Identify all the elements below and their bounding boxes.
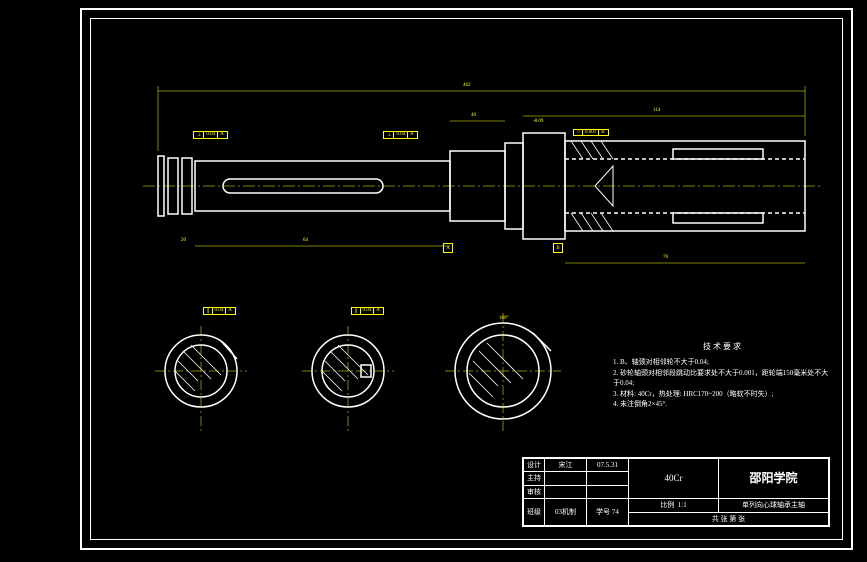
outer-border: 462 114 40 64 76 -8.09 100° 20 ⊥ 0.04 A … — [80, 8, 853, 550]
tech-req-item: 4. 未注倒角2×45°. — [613, 399, 833, 410]
gdt-datum: A — [226, 308, 234, 314]
school: 邵阳学院 — [719, 459, 829, 499]
gdt-frame-1: ⊥ 0.04 A — [193, 131, 228, 139]
tech-req-item: 1. B、轴颈对相邻轮不大于0.04; — [613, 357, 833, 368]
gdt-symbol: ⊥ — [195, 132, 204, 138]
dim-shoulder: -8.09 — [533, 119, 543, 124]
sn-value: 74 — [612, 508, 619, 516]
designer-label: 设计 — [524, 459, 545, 472]
inner-border: 462 114 40 64 76 -8.09 100° 20 ⊥ 0.04 A … — [90, 18, 843, 540]
gdt-tol: 0.001 — [583, 130, 599, 135]
tech-req-item: 2. 砂轮轴颈对相邻段跳动比要求处不大于0.001，距轮端150毫米处不大于0.… — [613, 368, 833, 389]
shaft-drawing — [103, 31, 843, 531]
sn-label: 学号 — [596, 508, 610, 516]
title-block-table: 设计 宋江 07.5.31 40Cr 邵阳学院 主持 审核 — [523, 458, 829, 526]
gdt-tol: 0.04 — [204, 132, 218, 138]
dim-overall: 462 — [463, 83, 471, 88]
gdt-tol: 0.04 — [361, 308, 375, 314]
title-block: 设计 宋江 07.5.31 40Cr 邵阳学院 主持 审核 — [522, 457, 830, 527]
class-label: 班级 — [524, 499, 545, 526]
gdt-symbol: ⊥ — [385, 132, 394, 138]
tech-req-heading: 技术要求 — [613, 341, 833, 353]
gdt-datum: A — [374, 308, 382, 314]
gdt-symbol: ∥ — [205, 308, 213, 314]
review-label: 审核 — [524, 485, 545, 498]
gdt-frame-5: ∥ 0.04 A — [351, 307, 384, 315]
gdt-frame-4: ∥ 0.04 A — [203, 307, 236, 315]
dim-seg-slot: 64 — [303, 238, 308, 243]
dim-seg-r3: 76 — [663, 255, 668, 260]
dim-seg-r2: 114 — [653, 108, 660, 113]
gdt-symbol: ∥ — [353, 308, 361, 314]
gdt-tol: 0.04 — [213, 308, 227, 314]
class-value: 03机制 — [545, 499, 587, 526]
gdt-datum: A — [408, 132, 416, 138]
scale-label: 比例 — [660, 501, 674, 509]
gdt-datum: A — [218, 132, 226, 138]
technical-requirements: 技术要求 1. B、轴颈对相邻轮不大于0.04; 2. 砂轮轴颈对相邻段跳动比要… — [613, 341, 833, 410]
designer-name: 宋江 — [545, 459, 587, 472]
sheet-info: 共 张 第 张 — [629, 512, 829, 525]
date: 07.5.31 — [587, 459, 629, 472]
dim-angle: 100° — [499, 316, 509, 321]
datum-B: B — [553, 243, 563, 253]
gdt-tol: 0.04 — [394, 132, 408, 138]
tech-req-item: 3. 材料: 40Cr，热处理: HRC170~200（略软不时失）; — [613, 389, 833, 400]
datum-A: A — [443, 243, 453, 253]
gdt-datum: B — [599, 130, 606, 135]
dim-left: 20 — [181, 238, 186, 243]
part-name: 单列向心球轴承主轴 — [719, 499, 829, 512]
scale-value: 1:1 — [678, 501, 687, 509]
gdt-symbol: ○ — [575, 130, 583, 135]
drawing-canvas: 462 114 40 64 76 -8.09 100° 20 ⊥ 0.04 A … — [103, 31, 830, 527]
gdt-frame-3: ○ 0.001 B — [573, 129, 609, 136]
dim-seg-r1: 40 — [471, 113, 476, 118]
material: 40Cr — [629, 459, 719, 499]
cad-viewport: 462 114 40 64 76 -8.09 100° 20 ⊥ 0.04 A … — [0, 0, 867, 562]
gdt-frame-2: ⊥ 0.04 A — [383, 131, 418, 139]
